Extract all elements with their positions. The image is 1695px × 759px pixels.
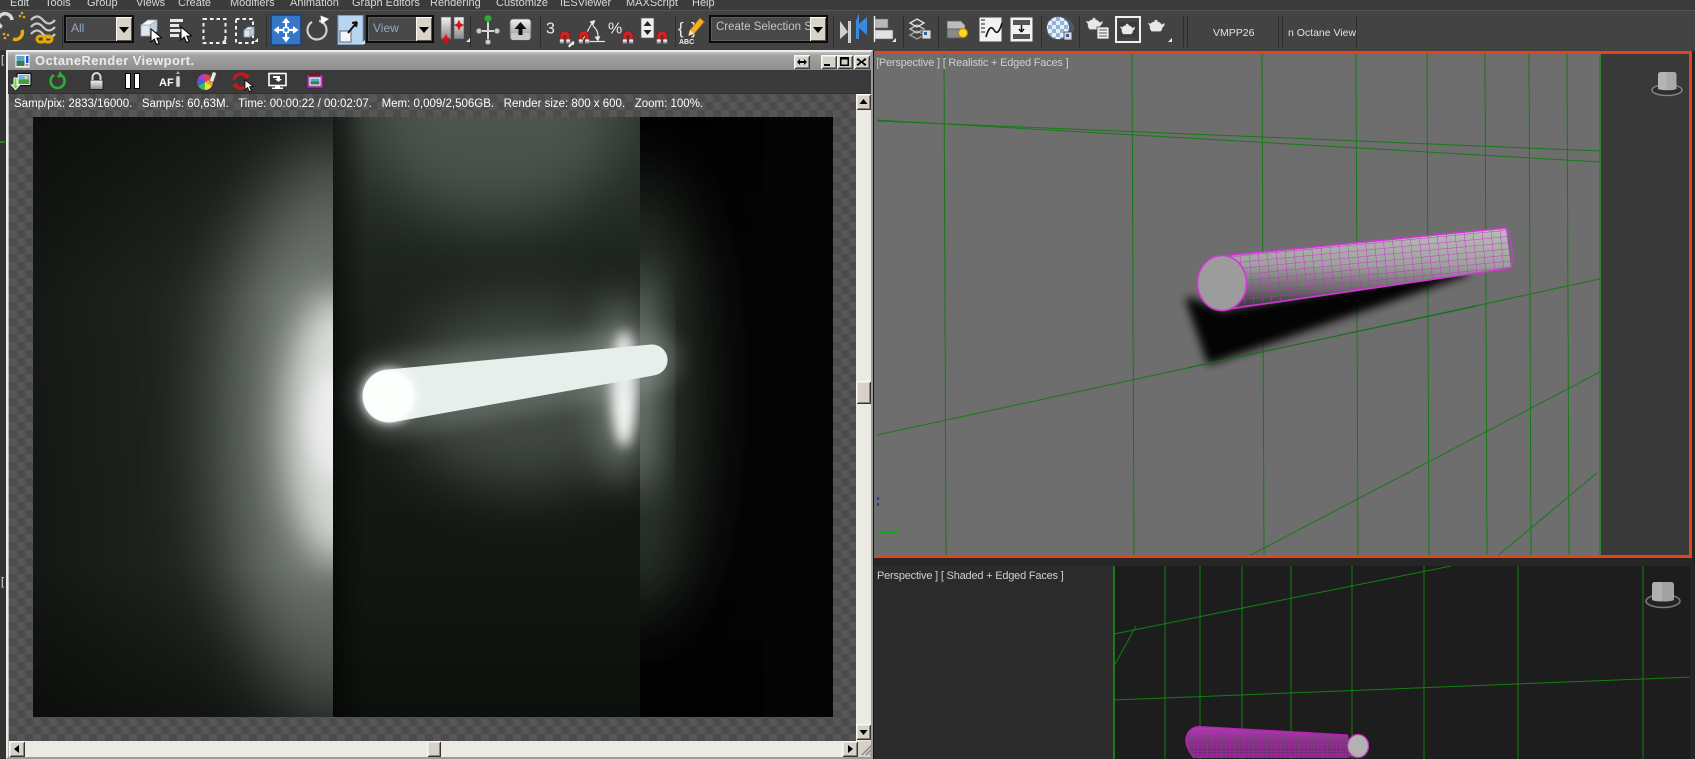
svg-text:3: 3 <box>546 21 555 38</box>
svg-text:y: y <box>893 522 899 534</box>
svg-text:ABC: ABC <box>679 39 694 46</box>
svg-text:{: { <box>678 19 684 38</box>
svg-text:%: % <box>608 21 622 38</box>
svg-text:AF: AF <box>159 77 174 89</box>
